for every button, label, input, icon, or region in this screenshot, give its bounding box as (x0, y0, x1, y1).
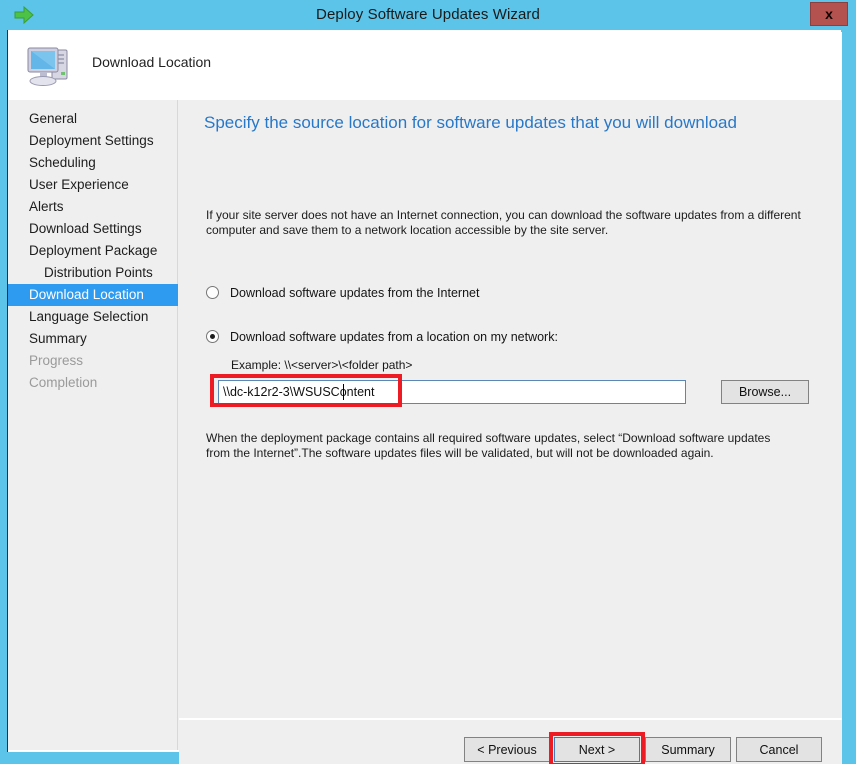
title-bar: Deploy Software Updates Wizard x (0, 0, 856, 30)
intro-description: If your site server does not have an Int… (206, 208, 801, 237)
radio-label-network: Download software updates from a locatio… (230, 330, 558, 344)
window-frame: Download Location General Deployment Set… (7, 30, 842, 764)
sidebar-item-summary[interactable]: Summary (8, 328, 178, 350)
previous-button[interactable]: < Previous (464, 737, 550, 762)
radio-download-from-internet[interactable]: Download software updates from the Inter… (206, 286, 479, 300)
sidebar-item-completion: Completion (29, 375, 98, 390)
radio-download-from-network[interactable]: Download software updates from a locatio… (206, 330, 558, 344)
sidebar-item-deployment-settings[interactable]: Deployment Settings (8, 130, 178, 152)
sidebar-item-deployment-package[interactable]: Deployment Package (8, 240, 178, 262)
sidebar-item-alerts[interactable]: Alerts (8, 196, 178, 218)
sidebar-item-download-settings[interactable]: Download Settings (8, 218, 178, 240)
computer-icon (25, 42, 77, 90)
sidebar-item-distribution-points[interactable]: Distribution Points (8, 262, 178, 284)
sidebar-item-progress: Progress (29, 353, 84, 368)
body-area: General Deployment Settings Scheduling U… (8, 100, 842, 750)
sidebar-item-download-location[interactable]: Download Location (8, 284, 178, 306)
footer-button-bar: < Previous Next > Summary Cancel (179, 720, 842, 764)
note-description: When the deployment package contains all… (206, 431, 771, 460)
header-title: Download Location (92, 54, 212, 70)
sidebar-item-scheduling[interactable]: Scheduling (8, 152, 178, 174)
next-button[interactable]: Next > (554, 737, 640, 762)
example-path-label: Example: \\<server>\<folder path> (231, 358, 413, 372)
radio-mark-internet (206, 286, 219, 299)
browse-button[interactable]: Browse... (721, 380, 809, 404)
window-title: Deploy Software Updates Wizard (316, 6, 540, 23)
sidebar-item-user-experience[interactable]: User Experience (8, 174, 178, 196)
close-icon[interactable]: x (810, 2, 848, 26)
text-caret (343, 384, 344, 400)
network-path-input[interactable] (218, 380, 686, 404)
radio-mark-network (206, 330, 219, 343)
main-content: Specify the source location for software… (179, 100, 842, 750)
page-title: Specify the source location for software… (204, 113, 737, 132)
page-header: Download Location (8, 32, 842, 100)
radio-label-internet: Download software updates from the Inter… (230, 286, 480, 300)
wizard-step-list: General Deployment Settings Scheduling U… (8, 108, 178, 394)
sidebar-item-language-selection[interactable]: Language Selection (8, 306, 178, 328)
summary-button[interactable]: Summary (645, 737, 731, 762)
sidebar-item-general[interactable]: General (8, 108, 178, 130)
cancel-button[interactable]: Cancel (736, 737, 822, 762)
wizard-step-sidebar: General Deployment Settings Scheduling U… (8, 100, 178, 750)
deploy-software-updates-wizard-window: Deploy Software Updates Wizard x Downloa… (0, 0, 856, 764)
